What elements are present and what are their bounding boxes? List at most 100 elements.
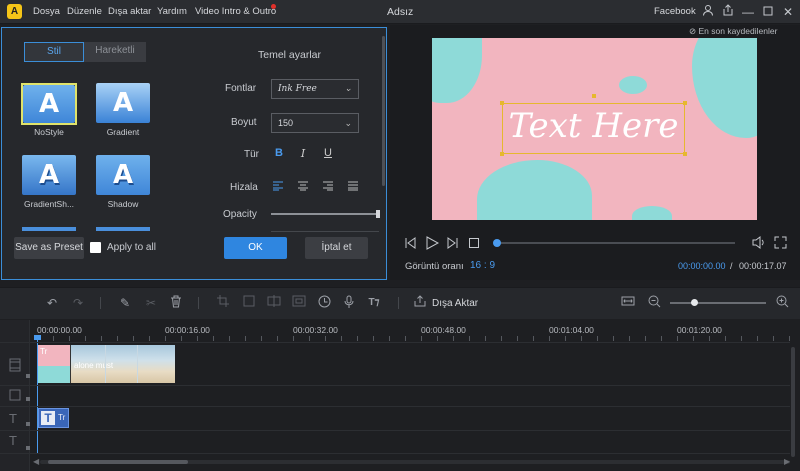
maximize-icon[interactable]	[760, 4, 776, 20]
freeze-icon[interactable]	[241, 295, 257, 311]
playhead-handle[interactable]	[34, 335, 41, 340]
next-frame-icon[interactable]	[447, 237, 459, 252]
playback-progress-bar[interactable]	[497, 242, 735, 244]
align-center-icon[interactable]	[297, 181, 309, 194]
text-to-speech-icon[interactable]: T⁊	[366, 295, 382, 311]
style-label: GradientSh...	[23, 199, 75, 209]
zoom-out-icon[interactable]	[646, 295, 662, 311]
microphone-icon[interactable]	[341, 295, 357, 311]
style-nostyle[interactable]: A	[21, 83, 77, 125]
style-shadow[interactable]: A	[96, 155, 150, 195]
toolbar-divider	[198, 297, 199, 309]
style-tile-partial[interactable]	[22, 227, 76, 231]
resize-handle[interactable]	[683, 152, 687, 156]
undo-icon[interactable]: ↶	[44, 295, 60, 311]
duration-icon[interactable]	[316, 295, 332, 311]
canvas-blob	[432, 38, 482, 103]
preview-canvas[interactable]: Text Here	[432, 38, 757, 220]
mosaic-icon[interactable]	[291, 295, 307, 311]
play-icon[interactable]	[425, 236, 440, 253]
style-tile-partial[interactable]	[96, 227, 150, 231]
tab-stil[interactable]: Stil	[24, 42, 84, 62]
music-track	[0, 430, 790, 454]
export-button[interactable]: Dışa Aktar	[432, 298, 478, 309]
timeline-vscrollbar[interactable]	[791, 347, 795, 457]
ruler-tick-label: 00:01:20.00	[677, 325, 722, 335]
chevron-down-icon: ⌄	[344, 84, 352, 94]
align-justify-icon[interactable]	[347, 181, 359, 194]
menu-video-intro-outro[interactable]: Video Intro & Outro	[195, 6, 276, 17]
share-icon[interactable]	[720, 4, 736, 20]
close-icon[interactable]: ✕	[780, 4, 796, 20]
ok-button[interactable]: OK	[224, 237, 287, 259]
opacity-slider[interactable]	[271, 213, 379, 215]
size-label: Boyut	[231, 117, 257, 128]
lock-icon[interactable]	[26, 397, 30, 401]
resize-handle[interactable]	[500, 152, 504, 156]
lock-icon[interactable]	[26, 374, 30, 378]
menu-duzenle[interactable]: Düzenle	[67, 6, 102, 17]
lock-icon[interactable]	[26, 422, 30, 426]
size-select[interactable]: 150 ⌄	[271, 113, 359, 133]
zoom-in-icon[interactable]	[774, 295, 790, 311]
scroll-left-icon[interactable]: ◀	[33, 457, 39, 466]
text-box[interactable]: Text Here	[502, 103, 685, 154]
style-gradient[interactable]: A	[96, 83, 150, 123]
canvas-blob	[477, 160, 592, 220]
opacity-slider-handle[interactable]	[376, 210, 380, 218]
underline-button[interactable]: U	[321, 147, 335, 159]
cut-icon[interactable]: ✂	[143, 295, 159, 311]
crop-icon[interactable]	[215, 295, 231, 311]
cancel-button[interactable]: İptal et	[305, 237, 368, 259]
rotate-handle[interactable]	[592, 94, 596, 98]
lock-icon[interactable]	[26, 446, 30, 450]
save-as-preset-button[interactable]: Save as Preset	[14, 237, 84, 259]
panel-scrollbar[interactable]	[382, 36, 385, 186]
time-separator: /	[730, 261, 733, 271]
playback-handle[interactable]	[493, 239, 501, 247]
fullscreen-icon[interactable]	[774, 236, 787, 252]
delete-icon[interactable]	[168, 295, 184, 311]
aspect-ratio-value[interactable]: 16 : 9	[470, 260, 495, 271]
redo-icon[interactable]: ↷	[70, 295, 86, 311]
apply-all-checkbox[interactable]	[90, 242, 101, 253]
pip-track-icon	[9, 389, 21, 404]
scroll-right-icon[interactable]: ▶	[784, 457, 790, 466]
minimize-icon[interactable]: —	[740, 4, 756, 20]
stop-icon[interactable]	[469, 238, 479, 248]
ruler-tick-label: 00:01:04.00	[549, 325, 594, 335]
resize-handle[interactable]	[683, 101, 687, 105]
fit-width-icon[interactable]	[620, 295, 636, 311]
style-gradient-shadow[interactable]: A	[22, 155, 76, 195]
account-name[interactable]: Facebook	[654, 6, 696, 17]
current-time: 00:00:00.00	[678, 261, 726, 271]
align-right-icon[interactable]	[322, 181, 334, 194]
split-icon[interactable]	[266, 295, 282, 311]
user-icon[interactable]	[700, 4, 716, 20]
volume-icon[interactable]	[752, 236, 766, 252]
menu-dosya[interactable]: Dosya	[33, 6, 60, 17]
canvas-text[interactable]: Text Here	[503, 106, 684, 146]
canvas-blob	[619, 76, 647, 94]
export-icon[interactable]	[412, 295, 428, 311]
title-bar: A Dosya Düzenle Dışa aktar Yardım Video …	[0, 0, 800, 24]
menu-disa-aktar[interactable]: Dışa aktar	[108, 6, 151, 17]
clip-label: alone must	[74, 361, 114, 370]
zoom-slider-handle[interactable]	[691, 299, 698, 306]
menu-yardim[interactable]: Yardım	[157, 6, 187, 17]
video-clip-beach[interactable]: alone must	[70, 345, 175, 383]
bold-button[interactable]: B	[272, 147, 286, 159]
edit-pencil-icon[interactable]: ✎	[117, 295, 133, 311]
align-left-icon[interactable]	[272, 181, 284, 194]
italic-button[interactable]: I	[296, 147, 310, 160]
text-clip[interactable]: T Tr	[38, 408, 69, 428]
font-select[interactable]: Ink Free ⌄	[271, 79, 359, 99]
tab-hareketli[interactable]: Hareketli	[84, 42, 146, 62]
prev-frame-icon[interactable]	[404, 237, 416, 252]
canvas-blob	[632, 206, 672, 220]
zoom-slider[interactable]	[670, 302, 766, 304]
style-label: Gradient	[106, 127, 140, 137]
resize-handle[interactable]	[500, 101, 504, 105]
video-clip-intro[interactable]: Tr	[38, 345, 70, 383]
timeline-hscrollbar-thumb[interactable]	[48, 460, 188, 464]
